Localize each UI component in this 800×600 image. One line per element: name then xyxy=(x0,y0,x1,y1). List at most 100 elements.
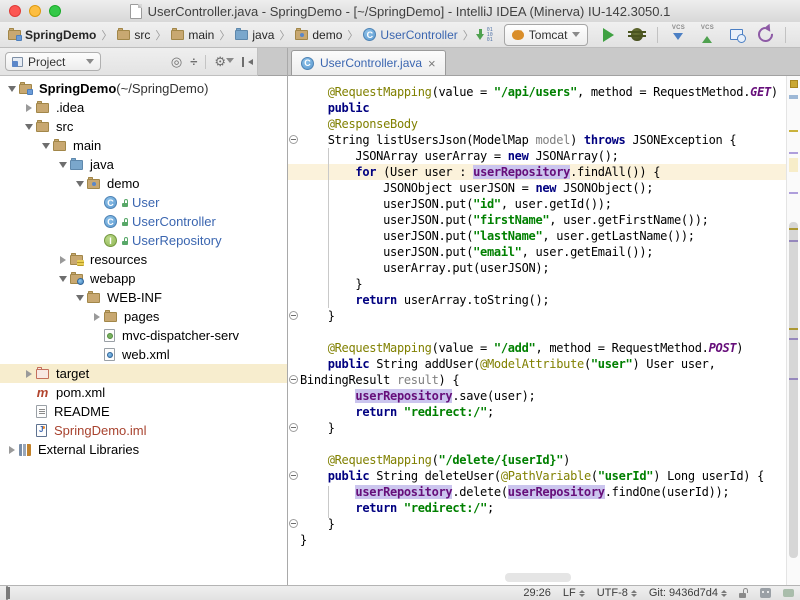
stripe-mark[interactable] xyxy=(789,130,798,132)
breadcrumb-item-springdemo[interactable]: SpringDemo xyxy=(6,28,98,42)
tree-item-main[interactable]: main xyxy=(0,136,287,155)
code-line[interactable]: @RequestMapping(value = "/api/users", me… xyxy=(288,84,786,100)
breadcrumb-item-java[interactable]: java xyxy=(233,28,276,42)
editor-gutter[interactable] xyxy=(288,76,298,585)
vertical-scrollbar[interactable] xyxy=(789,222,798,558)
tree-item-usercontroller[interactable]: CUserController xyxy=(0,212,287,231)
tree-item-web-xml[interactable]: web.xml xyxy=(0,345,287,364)
fold-marker-icon[interactable] xyxy=(289,135,298,144)
toggle-toolwindows-button[interactable] xyxy=(6,587,8,599)
tree-item-target[interactable]: target xyxy=(0,364,287,383)
code-line[interactable]: } xyxy=(288,516,786,532)
tree-item-resources[interactable]: resources xyxy=(0,250,287,269)
tree-item-web-inf[interactable]: WEB-INF xyxy=(0,288,287,307)
code-line[interactable]: return "redirect:/"; xyxy=(288,500,786,516)
close-window-button[interactable] xyxy=(9,5,21,17)
expand-arrow[interactable] xyxy=(22,104,35,112)
run-button[interactable] xyxy=(599,25,617,45)
minimize-window-button[interactable] xyxy=(29,5,41,17)
code-line[interactable]: JSONObject userJSON = new JSONObject(); xyxy=(288,180,786,196)
code-line[interactable]: @RequestMapping("/delete/{userId}") xyxy=(288,452,786,468)
breadcrumb-item-main[interactable]: main xyxy=(169,28,216,42)
breadcrumb-item-demo[interactable]: demo xyxy=(293,28,344,42)
caret-position-widget[interactable]: 29:26 xyxy=(523,587,551,599)
expand-arrow[interactable] xyxy=(22,370,35,378)
horizontal-scrollbar[interactable] xyxy=(505,573,571,582)
tree-item-readme[interactable]: README xyxy=(0,402,287,421)
expand-arrow[interactable] xyxy=(39,143,52,149)
error-stripe[interactable] xyxy=(786,76,800,585)
tree-item--idea[interactable]: .idea xyxy=(0,98,287,117)
expand-arrow[interactable] xyxy=(22,124,35,130)
zoom-window-button[interactable] xyxy=(49,5,61,17)
code-line[interactable]: userArray.put(userJSON); xyxy=(288,260,786,276)
vcs-commit-button[interactable]: VCS xyxy=(698,25,716,45)
code-line[interactable]: public String addUser(@ModelAttribute("u… xyxy=(288,356,786,372)
tree-item-pages[interactable]: pages xyxy=(0,307,287,326)
readonly-toggle[interactable] xyxy=(739,588,748,598)
code-editor[interactable]: @RequestMapping(value = "/api/users", me… xyxy=(288,76,800,585)
code-line[interactable]: @ResponseBody xyxy=(288,116,786,132)
locate-button[interactable]: ◎ xyxy=(171,55,182,68)
project-tree[interactable]: SpringDemo (~/SpringDemo).ideasrcmainjav… xyxy=(0,76,287,585)
tree-item-java[interactable]: java xyxy=(0,155,287,174)
debug-button[interactable] xyxy=(628,25,646,45)
expand-arrow[interactable] xyxy=(5,446,18,454)
code-line[interactable]: } xyxy=(288,420,786,436)
code-line[interactable]: for (User user : userRepository.findAll(… xyxy=(288,164,786,180)
code-line[interactable]: public String deleteUser(@PathVariable("… xyxy=(288,468,786,484)
code-line[interactable]: return userArray.toString(); xyxy=(288,292,786,308)
line-separator-widget[interactable]: LF xyxy=(563,587,585,599)
panel-settings-button[interactable]: ⚙ xyxy=(214,55,234,68)
code-line[interactable]: userJSON.put("lastName", user.getLastNam… xyxy=(288,228,786,244)
code-line[interactable]: userJSON.put("firstName", user.getFirstN… xyxy=(288,212,786,228)
tree-item-springdemo-iml[interactable]: SpringDemo.iml xyxy=(0,421,287,440)
make-project-button[interactable]: 011001 xyxy=(475,25,493,45)
tree-item-webapp[interactable]: webapp xyxy=(0,269,287,288)
expand-arrow[interactable] xyxy=(73,295,86,301)
code-area[interactable]: @RequestMapping(value = "/api/users", me… xyxy=(288,84,786,548)
expand-arrow[interactable] xyxy=(90,313,103,321)
code-line[interactable]: @RequestMapping(value = "/add", method =… xyxy=(288,340,786,356)
stripe-mark[interactable] xyxy=(789,192,798,194)
expand-arrow[interactable] xyxy=(56,276,69,282)
vcs-update-button[interactable]: VCS xyxy=(669,25,687,45)
expand-arrow[interactable] xyxy=(56,256,69,264)
code-line[interactable] xyxy=(288,324,786,340)
expand-arrow[interactable] xyxy=(56,162,69,168)
fold-marker-icon[interactable] xyxy=(289,375,298,384)
encoding-widget[interactable]: UTF-8 xyxy=(597,587,637,599)
stripe-mark[interactable] xyxy=(789,95,798,99)
tree-item-springdemo[interactable]: SpringDemo (~/SpringDemo) xyxy=(0,79,287,98)
code-line[interactable]: userJSON.put("email", user.getEmail()); xyxy=(288,244,786,260)
fold-marker-icon[interactable] xyxy=(289,471,298,480)
collapse-all-button[interactable]: ÷ xyxy=(190,55,197,68)
fold-marker-icon[interactable] xyxy=(289,311,298,320)
code-line[interactable] xyxy=(288,436,786,452)
run-configuration-select[interactable]: Tomcat xyxy=(504,24,589,46)
stripe-mark[interactable] xyxy=(789,158,798,172)
git-branch-widget[interactable]: Git: 9436d7d4 xyxy=(649,587,727,599)
tab-usercontroller-java[interactable]: C UserController.java × xyxy=(291,50,446,75)
tool-window-selector[interactable]: Project xyxy=(5,52,101,71)
inspection-status-icon[interactable] xyxy=(790,80,798,88)
code-line[interactable]: userRepository.save(user); xyxy=(288,388,786,404)
tree-item-user[interactable]: CUser xyxy=(0,193,287,212)
tree-item-userrepository[interactable]: IUserRepository xyxy=(0,231,287,250)
code-line[interactable]: } xyxy=(288,532,786,548)
close-icon[interactable]: × xyxy=(428,57,436,70)
fold-marker-icon[interactable] xyxy=(289,423,298,432)
hide-panel-button[interactable] xyxy=(242,57,252,67)
tree-item-demo[interactable]: demo xyxy=(0,174,287,193)
code-line[interactable]: return "redirect:/"; xyxy=(288,404,786,420)
code-line[interactable]: userJSON.put("id", user.getId()); xyxy=(288,196,786,212)
tree-item-mvc-dispatcher-serv[interactable]: mvc-dispatcher-serv xyxy=(0,326,287,345)
code-line[interactable]: } xyxy=(288,276,786,292)
expand-arrow[interactable] xyxy=(5,86,18,92)
recent-changes-button[interactable] xyxy=(727,25,745,45)
fold-marker-icon[interactable] xyxy=(289,519,298,528)
code-line[interactable]: JSONArray userArray = new JSONArray(); xyxy=(288,148,786,164)
breadcrumb-item-src[interactable]: src xyxy=(115,28,152,42)
tree-item-pom-xml[interactable]: mpom.xml xyxy=(0,383,287,402)
code-line[interactable]: userRepository.delete(userRepository.fin… xyxy=(288,484,786,500)
